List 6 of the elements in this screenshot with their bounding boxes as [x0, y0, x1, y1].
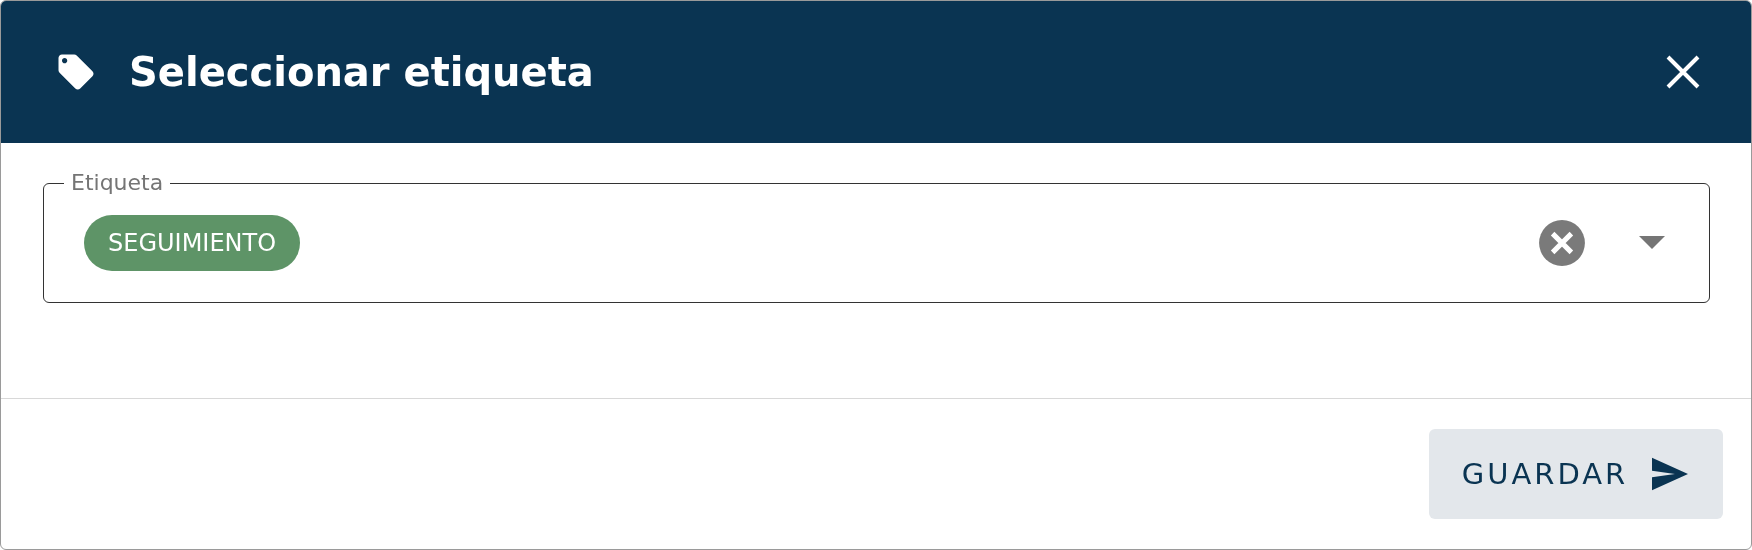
save-button[interactable]: GUARDAR [1429, 429, 1723, 519]
tag-chip: SEGUIMIENTO [84, 214, 301, 271]
field-label: Etiqueta [70, 169, 165, 197]
clear-icon [1537, 217, 1587, 268]
caret-icon [1639, 236, 1665, 249]
dialog-title: Seleccionar etiqueta [129, 49, 595, 95]
